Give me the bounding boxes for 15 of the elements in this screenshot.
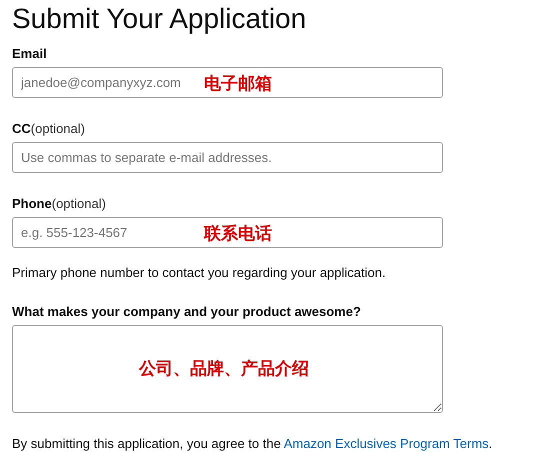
input-field[interactable]: Use commas to separate e-mail addresses. <box>12 142 443 173</box>
field-label: Email <box>12 46 47 61</box>
field-label: Phone <box>12 196 52 211</box>
terms-sentence: By submitting this application, you agree to the Amazon Exclusives Program Terms. <box>12 435 494 452</box>
optional-note: (optional) <box>30 121 85 136</box>
terms-link[interactable]: Amazon Exclusives Program Terms <box>284 436 489 451</box>
annotation-text: 公司、品牌、产品介绍 <box>139 358 309 381</box>
field-label: What makes your company and your product awesome? <box>12 304 361 319</box>
page-title: Submit Your Application <box>12 2 308 36</box>
text-area[interactable] <box>12 325 443 413</box>
annotation-text: 联系电话 <box>204 223 272 246</box>
optional-note: (optional) <box>52 196 106 211</box>
annotation-text: 电子邮箱 <box>204 73 272 96</box>
field-label: CC <box>12 121 31 136</box>
help-text: Primary phone number to contact you regarding your application. <box>12 265 387 281</box>
